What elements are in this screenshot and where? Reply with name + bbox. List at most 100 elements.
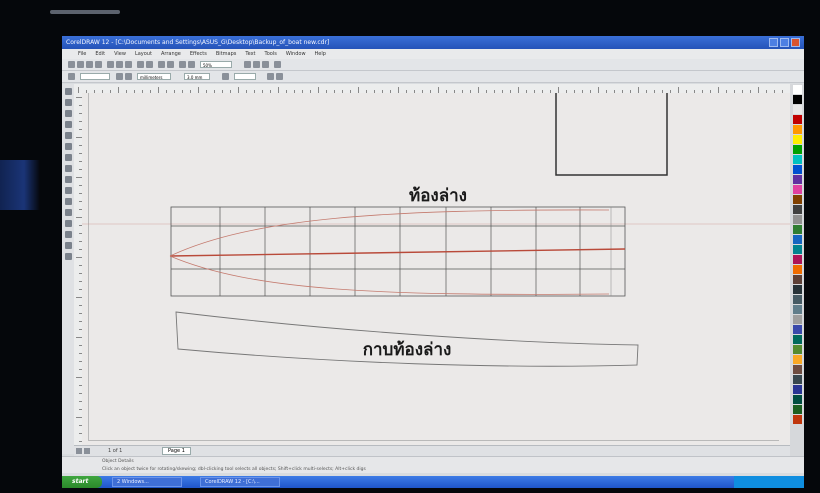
outline-tool-icon[interactable] — [64, 231, 72, 238]
application-launcher-icon[interactable] — [179, 61, 186, 68]
menu-arrange[interactable]: Arrange — [161, 49, 181, 59]
palette-swatch[interactable] — [792, 215, 802, 224]
import-icon[interactable] — [158, 61, 165, 68]
palette-swatch[interactable] — [792, 375, 802, 384]
interactive-blend-tool-icon[interactable] — [64, 209, 72, 216]
current-page-icon[interactable] — [276, 73, 283, 80]
palette-swatch[interactable] — [792, 365, 802, 374]
palette-swatch[interactable] — [792, 175, 802, 184]
eyedropper-tool-icon[interactable] — [64, 220, 72, 227]
portrait-icon[interactable] — [116, 73, 123, 80]
fill-tool-icon[interactable] — [64, 242, 72, 249]
page-size-combo[interactable] — [80, 73, 110, 80]
smart-fill-tool-icon[interactable] — [64, 143, 72, 150]
palette-swatch[interactable] — [792, 125, 802, 134]
zoom-tool-icon[interactable] — [64, 121, 72, 128]
palette-swatch[interactable] — [792, 315, 802, 324]
corel-online-icon[interactable] — [188, 61, 195, 68]
palette-swatch[interactable] — [792, 145, 802, 154]
export-icon[interactable] — [167, 61, 174, 68]
palette-swatch[interactable] — [792, 265, 802, 274]
palette-swatch[interactable] — [792, 385, 802, 394]
menu-edit[interactable]: Edit — [95, 49, 105, 59]
palette-swatch[interactable] — [792, 285, 802, 294]
ellipse-tool-icon[interactable] — [64, 165, 72, 172]
landscape-icon[interactable] — [125, 73, 132, 80]
palette-swatch[interactable] — [792, 305, 802, 314]
snap-to-grid-icon[interactable] — [244, 61, 251, 68]
units-combo[interactable]: millimeters — [137, 73, 171, 80]
palette-swatch[interactable] — [792, 255, 802, 264]
hull-label[interactable]: ท้องล่าง — [409, 186, 467, 206]
snap-to-guidelines-icon[interactable] — [253, 61, 260, 68]
start-button[interactable]: start — [62, 476, 102, 488]
duplicate-distance-field[interactable] — [234, 73, 256, 80]
menu-file[interactable]: File — [78, 49, 86, 59]
palette-swatch[interactable] — [792, 395, 802, 404]
duplicate-distance-icon[interactable] — [222, 73, 229, 80]
hull-outline-bottom-curve[interactable] — [169, 255, 610, 295]
menu-bitmaps[interactable]: Bitmaps — [216, 49, 237, 59]
palette-swatch[interactable] — [792, 85, 802, 94]
zoom-levels-combo[interactable]: 50% — [200, 61, 232, 68]
menu-help[interactable]: Help — [315, 49, 326, 59]
palette-swatch[interactable] — [792, 325, 802, 334]
palette-swatch[interactable] — [792, 415, 802, 424]
options-icon[interactable] — [274, 61, 281, 68]
taskbar-item-windows[interactable]: 2 Windows... — [112, 477, 182, 487]
palette-swatch[interactable] — [792, 345, 802, 354]
palette-swatch[interactable] — [792, 405, 802, 414]
interactive-fill-tool-icon[interactable] — [64, 253, 72, 260]
cut-icon[interactable] — [107, 61, 114, 68]
maximize-button[interactable] — [780, 38, 789, 47]
palette-swatch[interactable] — [792, 245, 802, 254]
first-page-icon[interactable] — [76, 448, 82, 454]
menu-view[interactable]: View — [114, 49, 126, 59]
palette-swatch[interactable] — [792, 235, 802, 244]
palette-swatch[interactable] — [792, 335, 802, 344]
hull-outline-top-curve[interactable] — [169, 209, 610, 257]
rectangle-tool-icon[interactable] — [64, 154, 72, 161]
tab-page-1[interactable]: Page 1 — [162, 447, 191, 455]
nudge-distance-field[interactable]: 3.0 mm — [184, 73, 210, 80]
open-icon[interactable] — [77, 61, 84, 68]
hull-bottom-grid[interactable] — [170, 206, 626, 297]
palette-swatch[interactable] — [792, 275, 802, 284]
rectangle-object[interactable] — [555, 93, 668, 176]
text-tool-icon[interactable] — [64, 198, 72, 205]
palette-swatch[interactable] — [792, 225, 802, 234]
freehand-tool-icon[interactable] — [64, 132, 72, 139]
menu-tools[interactable]: Tools — [265, 49, 277, 59]
taskbar-item-coreldraw[interactable]: CorelDRAW 12 - [C:\... — [200, 477, 280, 487]
paste-icon[interactable] — [125, 61, 132, 68]
print-icon[interactable] — [95, 61, 102, 68]
palette-swatch[interactable] — [792, 295, 802, 304]
redo-icon[interactable] — [146, 61, 153, 68]
hull-centerline[interactable] — [169, 248, 626, 257]
pick-tool-icon[interactable] — [64, 88, 72, 95]
all-pages-icon[interactable] — [267, 73, 274, 80]
previous-page-icon[interactable] — [84, 448, 90, 454]
shape-tool-icon[interactable] — [64, 99, 72, 106]
save-icon[interactable] — [86, 61, 93, 68]
palette-swatch[interactable] — [792, 115, 802, 124]
menu-effects[interactable]: Effects — [190, 49, 207, 59]
polygon-tool-icon[interactable] — [64, 176, 72, 183]
palette-swatch[interactable] — [792, 185, 802, 194]
paper-type-icon[interactable] — [68, 73, 75, 80]
new-icon[interactable] — [68, 61, 75, 68]
menu-layout[interactable]: Layout — [135, 49, 152, 59]
palette-swatch[interactable] — [792, 135, 802, 144]
palette-swatch[interactable] — [792, 95, 802, 104]
bottom-panel-label[interactable]: กาบท้องล่าง — [363, 340, 452, 360]
menu-window[interactable]: Window — [286, 49, 306, 59]
crop-tool-icon[interactable] — [64, 110, 72, 117]
palette-swatch[interactable] — [792, 165, 802, 174]
undo-icon[interactable] — [137, 61, 144, 68]
copy-icon[interactable] — [116, 61, 123, 68]
palette-swatch[interactable] — [792, 105, 802, 114]
basic-shapes-tool-icon[interactable] — [64, 187, 72, 194]
menu-text[interactable]: Text — [245, 49, 255, 59]
palette-swatch[interactable] — [792, 195, 802, 204]
palette-swatch[interactable] — [792, 205, 802, 214]
